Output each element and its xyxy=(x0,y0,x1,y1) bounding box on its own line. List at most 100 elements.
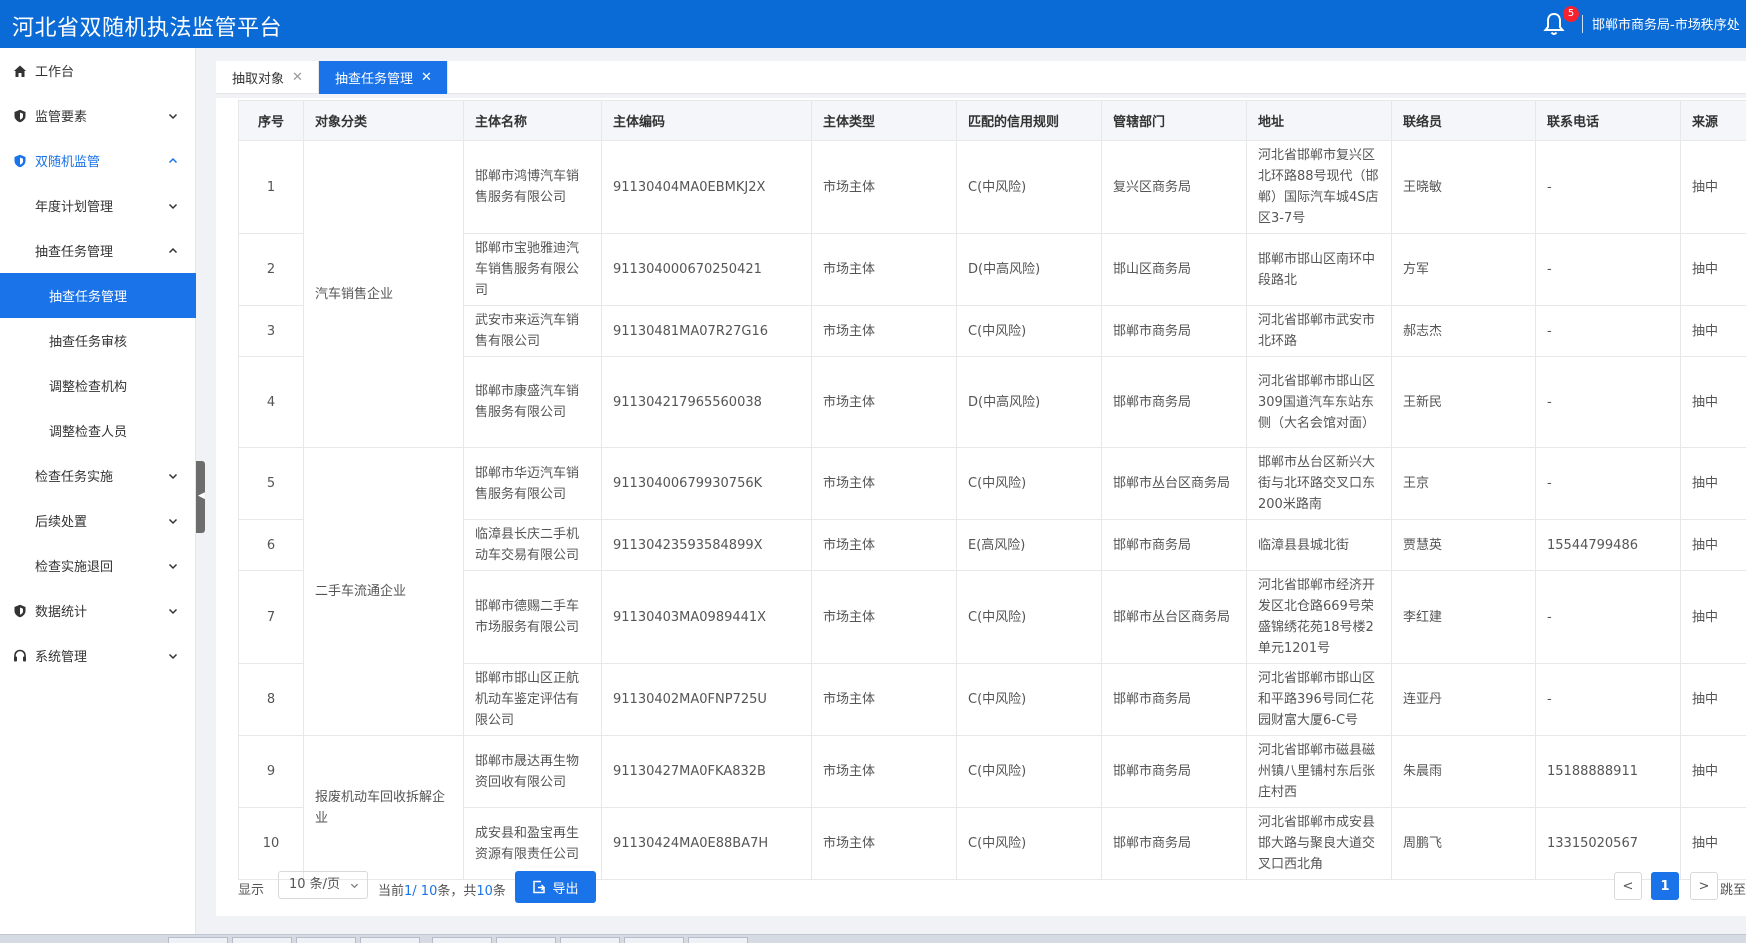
chevron-down-icon xyxy=(168,113,178,119)
sidebar-item-execution-return[interactable]: 检查实施退回 xyxy=(0,543,196,588)
cell-type: 市场主体 xyxy=(811,570,957,664)
sidebar-item-supervision-elements[interactable]: 监管要素 xyxy=(0,93,196,138)
cell-no: 10 xyxy=(238,807,304,880)
shield-icon xyxy=(14,109,26,122)
page-info: 当前1/ 10条，共10条 xyxy=(378,880,506,899)
sidebar-item-system[interactable]: 系统管理 xyxy=(0,633,196,678)
close-icon[interactable]: ✕ xyxy=(421,70,432,85)
cell-rule: E(高风险) xyxy=(956,519,1102,571)
taskbar-app[interactable] xyxy=(296,937,356,943)
bell-icon[interactable] xyxy=(1543,12,1565,36)
chevron-down-icon xyxy=(168,518,178,524)
cell-no: 2 xyxy=(238,233,304,306)
cell-address: 河北省邯郸市武安市北环路 xyxy=(1246,305,1392,357)
chevron-up-icon xyxy=(168,157,178,163)
column-header: 联络员 xyxy=(1391,100,1536,141)
page-number: 1 xyxy=(1660,878,1670,894)
cell-type: 市场主体 xyxy=(811,519,957,571)
cell-rule: D(中高风险) xyxy=(956,233,1102,306)
app-title: 河北省双随机执法监管平台 xyxy=(12,16,283,41)
cell-dept: 邯郸市商务局 xyxy=(1101,356,1247,448)
sidebar-item-annual-plan[interactable]: 年度计划管理 xyxy=(0,183,196,228)
page-button-1[interactable]: 1 xyxy=(1651,872,1679,900)
sidebar-item-task-management[interactable]: 抽查任务管理 xyxy=(0,228,196,273)
table-row: 1 汽车销售企业 邯郸市鸿博汽车销售服务有限公司 91130404MA0EBMK… xyxy=(238,140,1746,448)
cell-name: 邯郸市晟达再生物资回收有限公司 xyxy=(463,735,602,808)
sidebar-item-adjust-staff[interactable]: 调整检查人员 xyxy=(0,408,196,453)
current-user[interactable]: 邯郸市商务局-市场秩序处 xyxy=(1592,14,1746,33)
top-header: 河北省双随机执法监管平台 5 邯郸市商务局-市场秩序处 xyxy=(0,0,1746,48)
sidebar-item-task-review[interactable]: 抽查任务审核 xyxy=(0,318,196,363)
taskbar-app[interactable] xyxy=(432,937,492,943)
sidebar-item-adjust-agency[interactable]: 调整检查机构 xyxy=(0,363,196,408)
taskbar-app[interactable] xyxy=(560,937,620,943)
tab-task-management[interactable]: 抽查任务管理 ✕ xyxy=(319,61,448,94)
cell-contact: 朱晨雨 xyxy=(1391,735,1536,808)
show-label: 显示 xyxy=(238,883,265,898)
page-size-select[interactable]: 10 条/页 xyxy=(278,871,368,899)
cell-category: 报废机动车回收拆解企业 xyxy=(303,735,464,880)
cell-name: 成安县和盈宝再生资源有限责任公司 xyxy=(463,807,602,880)
cell-address: 河北省邯郸市邯山区和平路396号同仁花园财富大厦6-C号 xyxy=(1246,663,1392,736)
cell-address: 临漳县县城北街 xyxy=(1246,519,1392,571)
sidebar-item-follow-up[interactable]: 后续处置 xyxy=(0,498,196,543)
chevron-down-icon xyxy=(168,203,178,209)
cell-phone: - xyxy=(1535,356,1681,448)
cell-code: 91130404MA0EBMKJ2X xyxy=(601,140,812,234)
cell-no: 1 xyxy=(238,140,304,234)
cell-rule: C(中风险) xyxy=(956,663,1102,736)
table-row: 3 武安市来运汽车销售有限公司 91130481MA07R27G16 市场主体 … xyxy=(238,305,1746,357)
table-header-row: 序号 对象分类 主体名称 主体编码 主体类型 匹配的信用规则 管辖部门 地址 联… xyxy=(238,100,1746,141)
sidebar-item-workbench[interactable]: 工作台 xyxy=(0,48,196,93)
next-page-button[interactable]: > xyxy=(1690,872,1718,900)
cell-address: 邯郸市邯山区南环中段路北 xyxy=(1246,233,1392,306)
taskbar-app[interactable] xyxy=(360,937,420,943)
column-header: 序号 xyxy=(238,100,304,141)
cell-source: 抽中 xyxy=(1680,305,1746,357)
pagination-bar: 显示 10 条/页 当前1/ 10条，共10条 导出 < 1 > 跳至 xyxy=(238,871,1746,905)
taskbar-app[interactable] xyxy=(496,937,556,943)
export-label: 导出 xyxy=(552,881,579,897)
sidebar-item-label: 工作台 xyxy=(35,65,75,80)
cell-address: 邯郸市丛台区新兴大街与北环路交叉口东200米路南 xyxy=(1246,447,1392,520)
cell-contact: 王新民 xyxy=(1391,356,1536,448)
cell-type: 市场主体 xyxy=(811,663,957,736)
prev-page-button[interactable]: < xyxy=(1614,872,1642,900)
os-taskbar xyxy=(0,934,1746,943)
taskbar-app[interactable] xyxy=(624,937,684,943)
cell-source: 抽中 xyxy=(1680,140,1746,234)
cell-source: 抽中 xyxy=(1680,735,1746,808)
cell-code: 91130402MA0FNP725U xyxy=(601,663,812,736)
cell-contact: 周鹏飞 xyxy=(1391,807,1536,880)
sidebar-item-label: 调整检查人员 xyxy=(49,425,128,440)
export-button[interactable]: 导出 xyxy=(515,871,596,903)
cell-type: 市场主体 xyxy=(811,807,957,880)
sidebar-item-label: 调整检查机构 xyxy=(49,380,128,395)
cell-dept: 邯郸市丛台区商务局 xyxy=(1101,447,1247,520)
tab-extract-objects[interactable]: 抽取对象 ✕ xyxy=(216,61,319,94)
taskbar-app[interactable] xyxy=(232,937,292,943)
sidebar-item-label: 监管要素 xyxy=(35,110,88,125)
cell-dept: 邯郸市商务局 xyxy=(1101,305,1247,357)
sidebar-item-label: 数据统计 xyxy=(35,605,88,620)
sidebar-item-label: 后续处置 xyxy=(35,515,88,530)
sidebar-item-task-management-active[interactable]: 抽查任务管理 xyxy=(0,273,196,318)
sidebar-item-double-random[interactable]: 双随机监管 xyxy=(0,138,196,183)
cell-dept: 邯郸市商务局 xyxy=(1101,807,1247,880)
sidebar-item-task-execution[interactable]: 检查任务实施 xyxy=(0,453,196,498)
table-row: 2 邯郸市宝驰雅迪汽车销售服务有限公司 911304000670250421 市… xyxy=(238,233,1746,306)
cell-rule: C(中风险) xyxy=(956,807,1102,880)
taskbar-app[interactable] xyxy=(168,937,228,943)
chevron-down-icon xyxy=(168,608,178,614)
cell-contact: 李红建 xyxy=(1391,570,1536,664)
sidebar-collapse-handle[interactable]: ◀ xyxy=(196,461,205,533)
taskbar-app[interactable] xyxy=(688,937,748,943)
column-header: 地址 xyxy=(1246,100,1392,141)
cell-phone: - xyxy=(1535,233,1681,306)
column-header: 主体编码 xyxy=(601,100,812,141)
page-info-prefix: 当前 xyxy=(378,884,405,899)
close-icon[interactable]: ✕ xyxy=(292,70,303,85)
cell-dept: 复兴区商务局 xyxy=(1101,140,1247,234)
sidebar-item-statistics[interactable]: 数据统计 xyxy=(0,588,196,633)
cell-source: 抽中 xyxy=(1680,663,1746,736)
